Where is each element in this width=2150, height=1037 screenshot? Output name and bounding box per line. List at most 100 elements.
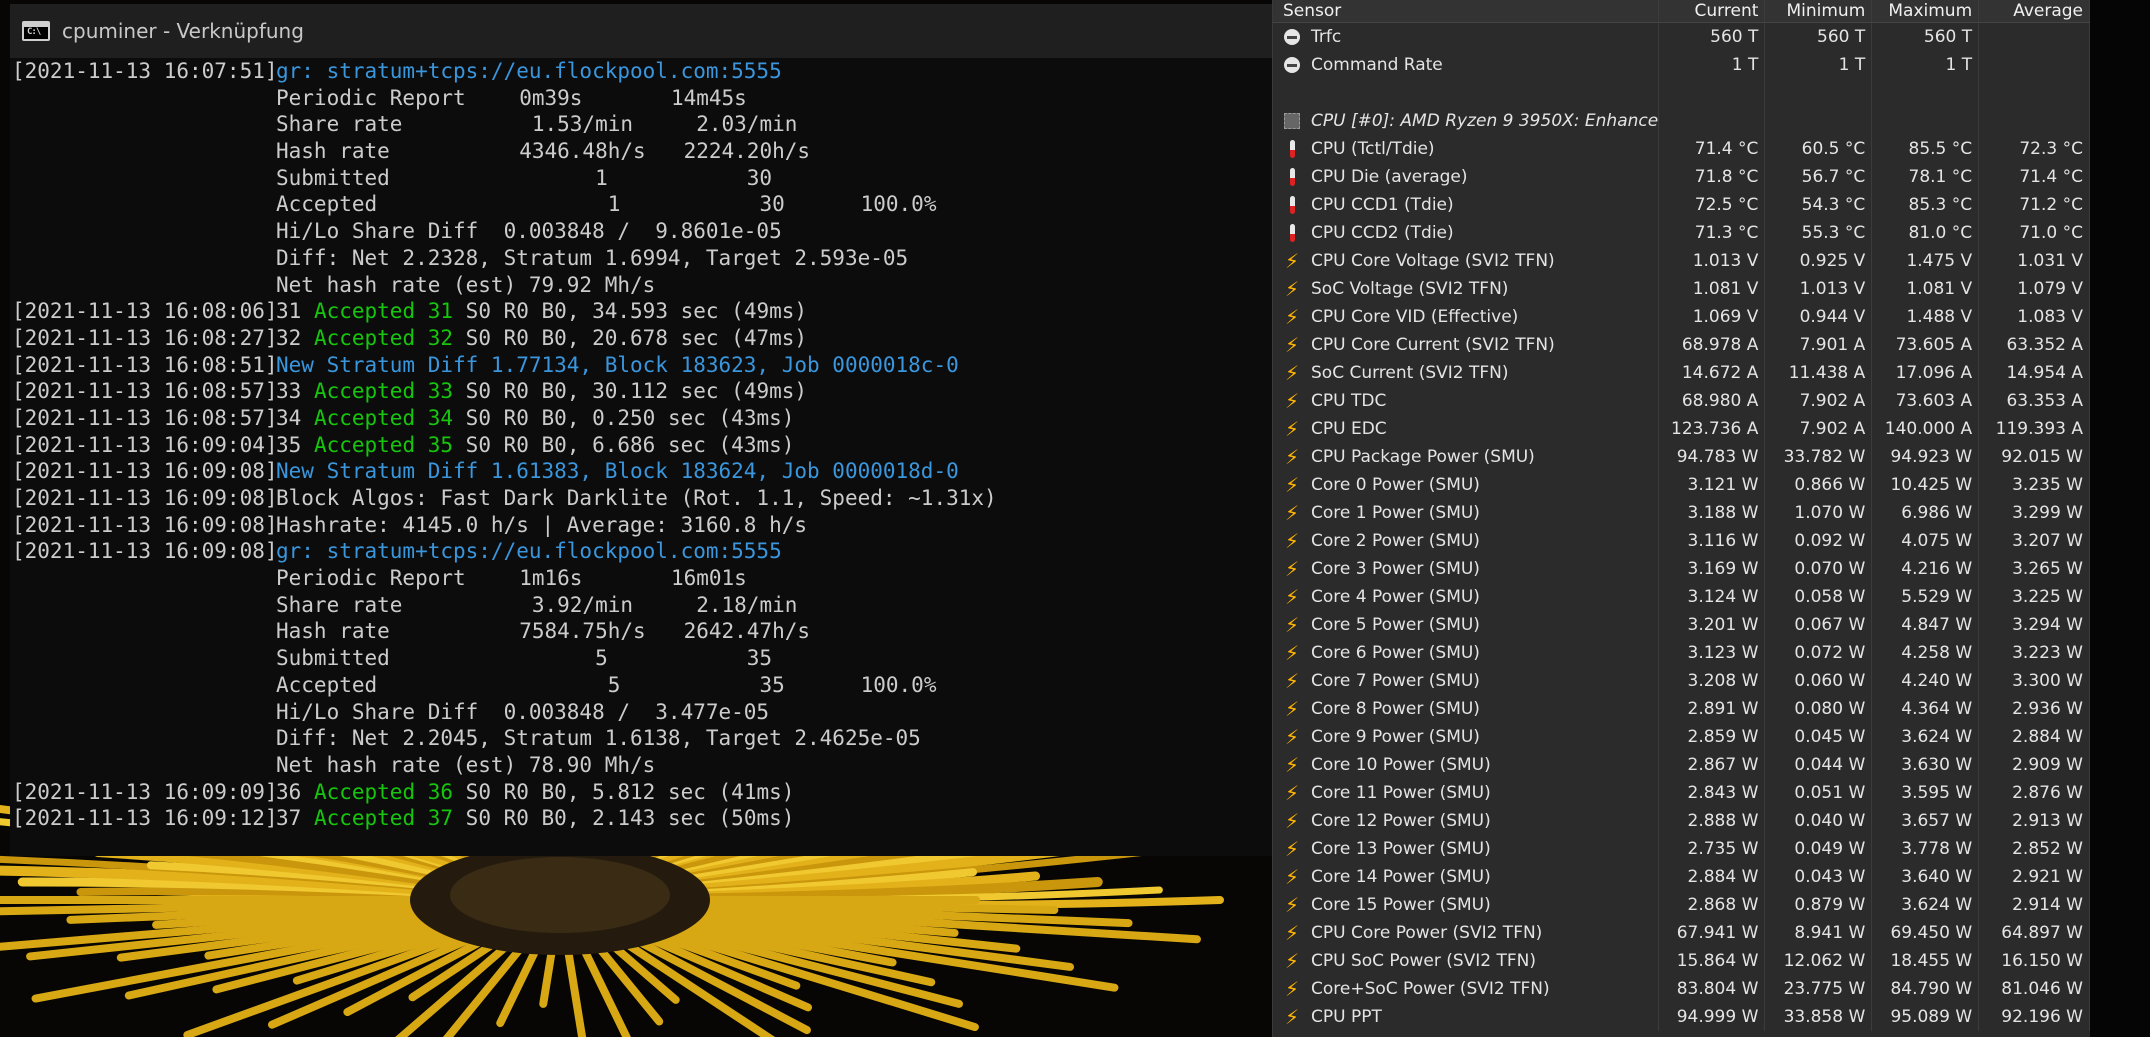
sensor-row[interactable]: ⚡ CPU TDC 68.980 A 7.902 A 73.603 A 63.353 A xyxy=(1273,387,2090,415)
sensor-name: Core 14 Power (SMU) xyxy=(1311,867,1491,887)
sensor-row[interactable]: ⚡ Core 2 Power (SMU) 3.116 W 0.092 W 4.075 W… xyxy=(1273,527,2090,555)
sensor-row[interactable]: ⚡ CPU PPT 94.999 W 33.858 W 95.089 W 92.196 W xyxy=(1273,1003,2090,1031)
value-maximum: 3.640 W xyxy=(1872,863,1980,891)
value-average: 3.207 W xyxy=(1979,527,2090,555)
sensor-name-cell: ⚡ SoC Current (SVI2 TFN) xyxy=(1273,359,1659,387)
sensor-row[interactable]: ⚡ Core 8 Power (SMU) 2.891 W 0.080 W 4.364 W… xyxy=(1273,695,2090,723)
sensor-row[interactable]: ⚡ SoC Voltage (SVI2 TFN) 1.081 V 1.013 V 1.0… xyxy=(1273,275,2090,303)
report-label: Periodic Report xyxy=(276,566,466,591)
sensor-row[interactable]: ⚡ CPU Core Power (SVI2 TFN) 67.941 W 8.941 … xyxy=(1273,919,2090,947)
sensor-name-cell: ⚡ Core 15 Power (SMU) xyxy=(1273,891,1659,919)
lightning-bolt-icon: ⚡ xyxy=(1284,445,1300,469)
console-line: Diff: Net 2.2045, Stratum 1.6138, Target… xyxy=(12,725,1272,752)
sensor-row[interactable]: ⚡ Core 15 Power (SMU) 2.868 W 0.879 W 3.624 … xyxy=(1273,891,2090,919)
value-current: 68.978 A xyxy=(1659,331,1766,359)
sensor-row[interactable]: ⚡ CPU Core Voltage (SVI2 TFN) 1.013 V 0.925… xyxy=(1273,247,2090,275)
sensor-row[interactable]: ⚡ Core 9 Power (SMU) 2.859 W 0.045 W 3.624 W… xyxy=(1273,723,2090,751)
timestamp: [2021-11-13 16:09:08] xyxy=(12,486,278,510)
sensor-row[interactable]: ⚡ Core 3 Power (SMU) 3.169 W 0.070 W 4.216 W… xyxy=(1273,555,2090,583)
lightning-bolt-icon: ⚡ xyxy=(1284,417,1300,441)
thermometer-icon xyxy=(1283,224,1301,242)
sensor-row[interactable]: ⚡ CPU EDC 123.736 A 7.902 A 140.000 A 119.393… xyxy=(1273,415,2090,443)
column-header-minimum[interactable]: Minimum xyxy=(1765,0,1873,22)
sensor-name-cell: ⚡ CPU PPT xyxy=(1273,1003,1659,1031)
sensor-row[interactable]: CPU (Tctl/Tdie) 71.4 °C 60.5 °C 85.5 °C 72.3… xyxy=(1273,135,2090,163)
console-line: Share rate 1.53/min 2.03/min xyxy=(12,111,1272,138)
sensor-row[interactable]: ⚡ Core 14 Power (SMU) 2.884 W 0.043 W 3.640 … xyxy=(1273,863,2090,891)
console-titlebar[interactable]: C:\ cpuminer - Verknüpfung xyxy=(10,4,1272,58)
lightning-bolt-icon: ⚡ xyxy=(1284,809,1300,833)
value-average: 64.897 W xyxy=(1979,919,2090,947)
value-current: 2.843 W xyxy=(1659,779,1766,807)
table-body: Trfc 560 T 560 T 560 T Command Rate 1 T1 T1 T… xyxy=(1273,23,2090,1031)
sensor-row[interactable]: ⚡ CPU Core Current (SVI2 TFN) 68.978 A 7.90… xyxy=(1273,331,2090,359)
sensor-name-cell: ⚡ Core 11 Power (SMU) xyxy=(1273,779,1659,807)
value-maximum: 18.455 W xyxy=(1872,947,1980,975)
hwinfo-sensor-table[interactable]: Sensor Current Minimum Maximum Average T… xyxy=(1272,0,2090,1037)
sensor-name-cell: ⚡ Core 6 Power (SMU) xyxy=(1273,639,1659,667)
sensor-name-cell: ⚡ Core 4 Power (SMU) xyxy=(1273,583,1659,611)
value-minimum: 33.858 W xyxy=(1765,1003,1873,1031)
sensor-row[interactable]: ⚡ Core 13 Power (SMU) 2.735 W 0.049 W 3.778 … xyxy=(1273,835,2090,863)
sensor-row[interactable]: ⚡ SoC Current (SVI2 TFN) 14.672 A 11.438 A1… xyxy=(1273,359,2090,387)
column-header-average[interactable]: Average xyxy=(1979,0,2090,22)
sensor-row[interactable]: ⚡ CPU Package Power (SMU) 94.783 W 33.782 W… xyxy=(1273,443,2090,471)
console-line: Net hash rate (est) 78.90 Mh/s xyxy=(12,752,1272,779)
sensor-row[interactable] xyxy=(1273,79,2090,107)
sensor-row[interactable]: ⚡ Core 7 Power (SMU) 3.208 W 0.060 W 4.240 W… xyxy=(1273,667,2090,695)
console-line: Hi/Lo Share Diff 0.003848 / 9.8601e-05 xyxy=(12,218,1272,245)
column-header-current[interactable]: Current xyxy=(1659,0,1766,22)
report-value-total: 16m01s xyxy=(582,566,747,591)
console-output[interactable]: [2021-11-13 16:07:51]gr: stratum+tcps://… xyxy=(10,58,1272,832)
sensor-row[interactable]: ⚡ Core 5 Power (SMU) 3.201 W 0.067 W 4.847 W… xyxy=(1273,611,2090,639)
value-current: 71.8 °C xyxy=(1659,163,1766,191)
lightning-bolt-icon: ⚡ xyxy=(1284,473,1300,497)
share-details: S0 R0 B0, 34.593 sec (49ms) xyxy=(453,299,808,324)
desktop-background-strip xyxy=(2090,0,2150,1037)
sensor-row[interactable]: CPU CCD2 (Tdie) 71.3 °C 55.3 °C 81.0 °C 71.0… xyxy=(1273,219,2090,247)
value-average: 92.015 W xyxy=(1979,443,2090,471)
column-header-maximum[interactable]: Maximum xyxy=(1872,0,1980,22)
sensor-row[interactable]: Command Rate 1 T1 T1 T xyxy=(1273,51,2090,79)
sensor-row[interactable]: ⚡ Core 1 Power (SMU) 3.188 W 1.070 W 6.986 W… xyxy=(1273,499,2090,527)
value-average: 1.031 V xyxy=(1979,247,2090,275)
sensor-row[interactable]: CPU CCD1 (Tdie) 72.5 °C 54.3 °C 85.3 °C 71.2… xyxy=(1273,191,2090,219)
column-header-sensor[interactable]: Sensor xyxy=(1273,0,1659,22)
sensor-name: Core 11 Power (SMU) xyxy=(1311,783,1491,803)
value-current: 3.121 W xyxy=(1659,471,1766,499)
sensor-row[interactable]: ⚡ Core 11 Power (SMU) 2.843 W 0.051 W 3.595 … xyxy=(1273,779,2090,807)
sensor-row[interactable]: ⚡ CPU SoC Power (SVI2 TFN) 15.864 W 12.062 … xyxy=(1273,947,2090,975)
sensor-row[interactable]: ⚡ Core 0 Power (SMU) 3.121 W 0.866 W 10.425 … xyxy=(1273,471,2090,499)
share-number: 35 xyxy=(276,432,302,457)
sensor-row[interactable]: ⚡ Core+SoC Power (SVI2 TFN) 83.804 W 23.775… xyxy=(1273,975,2090,1003)
value-minimum: 0.058 W xyxy=(1765,583,1873,611)
value-maximum: 85.5 °C xyxy=(1872,135,1980,163)
sensor-row[interactable]: CPU Die (average) 71.8 °C 56.7 °C 78.1 °C 71… xyxy=(1273,163,2090,191)
sensor-name: CPU TDC xyxy=(1311,391,1387,411)
timestamp: [2021-11-13 16:09:09] xyxy=(12,779,278,804)
console-window[interactable]: C:\ cpuminer - Verknüpfung [2021-11-13 1… xyxy=(10,4,1272,856)
log-message: Diff: Net 2.2328, Stratum 1.6994, Target… xyxy=(276,245,909,270)
log-message: Hi/Lo Share Diff 0.003848 / 9.8601e-05 xyxy=(276,219,782,244)
share-number: 32 xyxy=(276,325,302,350)
console-line: Periodic Report 0m39s 14m45s xyxy=(12,85,1272,112)
sensor-row[interactable]: ⚡ Core 6 Power (SMU) 3.123 W 0.072 W 4.258 W… xyxy=(1273,639,2090,667)
sensor-row[interactable]: ⚡ Core 4 Power (SMU) 3.124 W 0.058 W 5.529 W… xyxy=(1273,583,2090,611)
value-minimum: 0.067 W xyxy=(1765,611,1873,639)
accepted-label: Accepted 32 xyxy=(313,325,454,350)
value-minimum: 0.044 W xyxy=(1765,751,1873,779)
value-current: 2.867 W xyxy=(1659,751,1766,779)
sensor-row[interactable]: ⚡ Core 12 Power (SMU) 2.888 W 0.040 W 3.657 … xyxy=(1273,807,2090,835)
sensor-group-row[interactable]: CPU [#0]: AMD Ryzen 9 3950X: Enhanced xyxy=(1273,107,2090,135)
report-value-total: 35 xyxy=(607,646,773,671)
value-maximum: 10.425 W xyxy=(1872,471,1980,499)
lightning-bolt-icon: ⚡ xyxy=(1284,977,1300,1001)
accepted-label: Accepted 35 xyxy=(313,432,454,457)
sensor-row[interactable]: Trfc 560 T 560 T 560 T xyxy=(1273,23,2090,51)
sensor-row[interactable]: ⚡ Core 10 Power (SMU) 2.867 W 0.044 W 3.630 … xyxy=(1273,751,2090,779)
sensor-name-cell: ⚡ Core 13 Power (SMU) xyxy=(1273,835,1659,863)
sensor-row[interactable]: ⚡ CPU Core VID (Effective) 1.069 V 0.944 V1… xyxy=(1273,303,2090,331)
value-current: 15.864 W xyxy=(1659,947,1766,975)
lightning-bolt-icon: ⚡ xyxy=(1284,557,1300,581)
value-average: 2.914 W xyxy=(1979,891,2090,919)
